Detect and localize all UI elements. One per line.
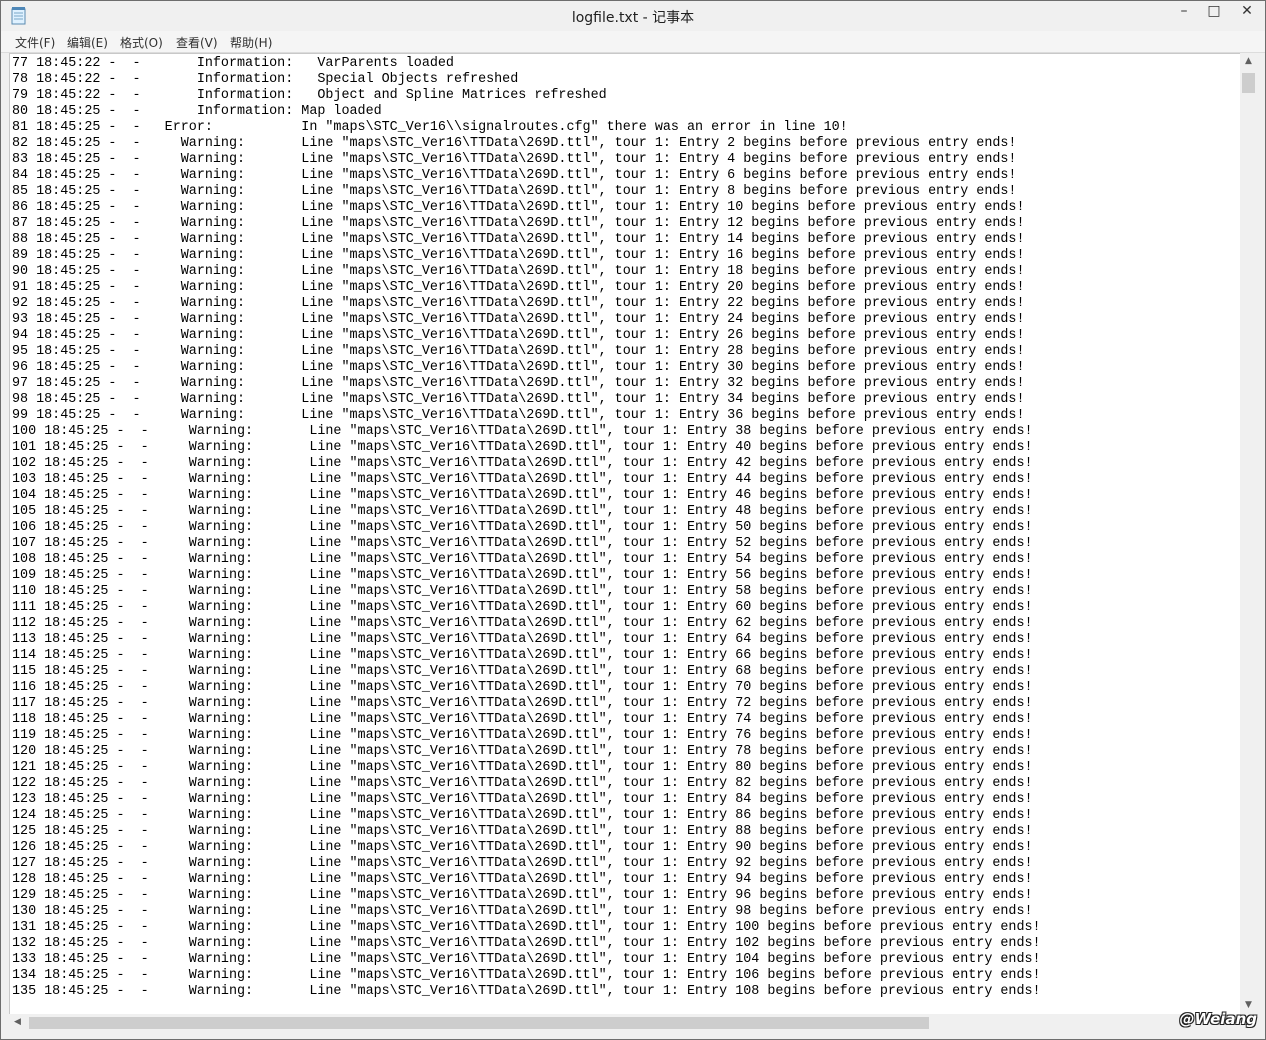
- log-line: 133 18:45:25 - - Warning: Line "maps\STC…: [12, 952, 1041, 967]
- log-line: 98 18:45:25 - - Warning: Line "maps\STC_…: [12, 392, 1025, 407]
- menu-edit[interactable]: 编辑(E): [67, 34, 108, 51]
- log-line: 103 18:45:25 - - Warning: Line "maps\STC…: [12, 472, 1033, 487]
- arrow-left-icon[interactable]: ◀: [9, 1014, 26, 1031]
- log-line: 113 18:45:25 - - Warning: Line "maps\STC…: [12, 632, 1033, 647]
- log-line: 84 18:45:25 - - Warning: Line "maps\STC_…: [12, 168, 1017, 183]
- log-line: 90 18:45:25 - - Warning: Line "maps\STC_…: [12, 264, 1025, 279]
- log-line: 118 18:45:25 - - Warning: Line "maps\STC…: [12, 712, 1033, 727]
- log-line: 127 18:45:25 - - Warning: Line "maps\STC…: [12, 856, 1033, 871]
- log-line: 91 18:45:25 - - Warning: Line "maps\STC_…: [12, 280, 1025, 295]
- log-line: 112 18:45:25 - - Warning: Line "maps\STC…: [12, 616, 1033, 631]
- text-editor[interactable]: 77 18:45:22 - - Information: VarParents …: [9, 53, 1240, 1015]
- log-line: 109 18:45:25 - - Warning: Line "maps\STC…: [12, 568, 1033, 583]
- log-line: 114 18:45:25 - - Warning: Line "maps\STC…: [12, 648, 1033, 663]
- log-line: 86 18:45:25 - - Warning: Line "maps\STC_…: [12, 200, 1025, 215]
- minimize-button[interactable]: –: [1169, 1, 1199, 23]
- log-line: 97 18:45:25 - - Warning: Line "maps\STC_…: [12, 376, 1025, 391]
- log-line: 79 18:45:22 - - Information: Object and …: [12, 88, 607, 103]
- title-bar[interactable]: logfile.txt - 记事本 – □ ✕: [1, 1, 1265, 31]
- log-line: 104 18:45:25 - - Warning: Line "maps\STC…: [12, 488, 1033, 503]
- log-line: 101 18:45:25 - - Warning: Line "maps\STC…: [12, 440, 1033, 455]
- arrow-up-icon[interactable]: ▲: [1240, 53, 1257, 70]
- log-line: 96 18:45:25 - - Warning: Line "maps\STC_…: [12, 360, 1025, 375]
- log-line: 132 18:45:25 - - Warning: Line "maps\STC…: [12, 936, 1041, 951]
- log-line: 89 18:45:25 - - Warning: Line "maps\STC_…: [12, 248, 1025, 263]
- log-line: 82 18:45:25 - - Warning: Line "maps\STC_…: [12, 136, 1017, 151]
- maximize-button[interactable]: □: [1199, 1, 1229, 23]
- watermark: @Weiang: [1179, 1010, 1257, 1028]
- log-line: 131 18:45:25 - - Warning: Line "maps\STC…: [12, 920, 1041, 935]
- log-line: 115 18:45:25 - - Warning: Line "maps\STC…: [12, 664, 1033, 679]
- log-line: 88 18:45:25 - - Warning: Line "maps\STC_…: [12, 232, 1025, 247]
- log-line: 100 18:45:25 - - Warning: Line "maps\STC…: [12, 424, 1033, 439]
- log-line: 125 18:45:25 - - Warning: Line "maps\STC…: [12, 824, 1033, 839]
- notepad-window: logfile.txt - 记事本 – □ ✕ 文件(F) 编辑(E) 格式(O…: [0, 0, 1266, 1040]
- log-line: 116 18:45:25 - - Warning: Line "maps\STC…: [12, 680, 1033, 695]
- log-line: 85 18:45:25 - - Warning: Line "maps\STC_…: [12, 184, 1017, 199]
- log-line: 87 18:45:25 - - Warning: Line "maps\STC_…: [12, 216, 1025, 231]
- log-line: 123 18:45:25 - - Warning: Line "maps\STC…: [12, 792, 1033, 807]
- log-line: 102 18:45:25 - - Warning: Line "maps\STC…: [12, 456, 1033, 471]
- horizontal-scroll-thumb[interactable]: [29, 1017, 929, 1029]
- log-line: 124 18:45:25 - - Warning: Line "maps\STC…: [12, 808, 1033, 823]
- horizontal-scrollbar[interactable]: ◀ ▶: [9, 1014, 1239, 1031]
- log-lines: 77 18:45:22 - - Information: VarParents …: [12, 56, 1041, 1000]
- log-line: 119 18:45:25 - - Warning: Line "maps\STC…: [12, 728, 1033, 743]
- log-line: 95 18:45:25 - - Warning: Line "maps\STC_…: [12, 344, 1025, 359]
- log-line: 106 18:45:25 - - Warning: Line "maps\STC…: [12, 520, 1033, 535]
- log-line: 110 18:45:25 - - Warning: Line "maps\STC…: [12, 584, 1033, 599]
- log-line: 105 18:45:25 - - Warning: Line "maps\STC…: [12, 504, 1033, 519]
- menu-view[interactable]: 查看(V): [176, 34, 218, 51]
- vertical-scroll-thumb[interactable]: [1242, 73, 1255, 93]
- log-line: 120 18:45:25 - - Warning: Line "maps\STC…: [12, 744, 1033, 759]
- log-line: 78 18:45:22 - - Information: Special Obj…: [12, 72, 519, 87]
- close-button[interactable]: ✕: [1229, 1, 1265, 23]
- log-line: 81 18:45:25 - - Error: In "maps\STC_Ver1…: [12, 120, 848, 135]
- log-line: 93 18:45:25 - - Warning: Line "maps\STC_…: [12, 312, 1025, 327]
- log-line: 92 18:45:25 - - Warning: Line "maps\STC_…: [12, 296, 1025, 311]
- log-line: 126 18:45:25 - - Warning: Line "maps\STC…: [12, 840, 1033, 855]
- menu-file[interactable]: 文件(F): [15, 34, 55, 51]
- log-line: 99 18:45:25 - - Warning: Line "maps\STC_…: [12, 408, 1025, 423]
- log-line: 111 18:45:25 - - Warning: Line "maps\STC…: [12, 600, 1033, 615]
- log-line: 129 18:45:25 - - Warning: Line "maps\STC…: [12, 888, 1033, 903]
- log-line: 107 18:45:25 - - Warning: Line "maps\STC…: [12, 536, 1033, 551]
- window-title: logfile.txt - 记事本: [571, 10, 695, 26]
- log-line: 108 18:45:25 - - Warning: Line "maps\STC…: [12, 552, 1033, 567]
- menu-format[interactable]: 格式(O): [120, 34, 163, 51]
- log-line: 94 18:45:25 - - Warning: Line "maps\STC_…: [12, 328, 1025, 343]
- log-line: 122 18:45:25 - - Warning: Line "maps\STC…: [12, 776, 1033, 791]
- log-line: 134 18:45:25 - - Warning: Line "maps\STC…: [12, 968, 1041, 983]
- log-line: 128 18:45:25 - - Warning: Line "maps\STC…: [12, 872, 1033, 887]
- log-line: 83 18:45:25 - - Warning: Line "maps\STC_…: [12, 152, 1017, 167]
- menu-help[interactable]: 帮助(H): [230, 34, 272, 51]
- log-line: 130 18:45:25 - - Warning: Line "maps\STC…: [12, 904, 1033, 919]
- log-line: 135 18:45:25 - - Warning: Line "maps\STC…: [12, 984, 1041, 999]
- log-line: 80 18:45:25 - - Information: Map loaded: [12, 104, 382, 119]
- vertical-scrollbar[interactable]: ▲ ▼: [1240, 53, 1257, 1014]
- log-line: 121 18:45:25 - - Warning: Line "maps\STC…: [12, 760, 1033, 775]
- log-line: 117 18:45:25 - - Warning: Line "maps\STC…: [12, 696, 1033, 711]
- menu-bar: 文件(F) 编辑(E) 格式(O) 查看(V) 帮助(H): [1, 31, 1265, 53]
- log-line: 77 18:45:22 - - Information: VarParents …: [12, 56, 454, 71]
